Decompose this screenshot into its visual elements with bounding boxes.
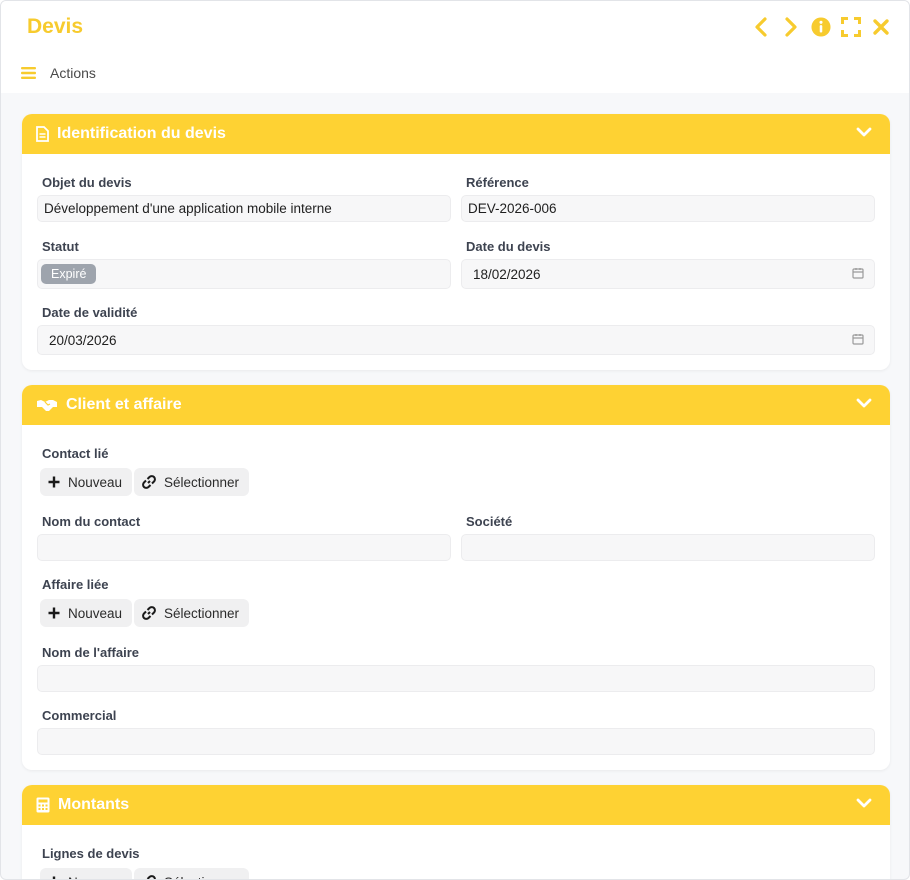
section-identification: Identification du devis Objet du devis D… (22, 114, 890, 370)
section-identification-header[interactable]: Identification du devis (22, 114, 890, 154)
section-montants-title: Montants (58, 796, 130, 813)
calendar-icon[interactable] (852, 333, 864, 345)
close-icon[interactable] (871, 15, 891, 39)
devis-window: Devis Actions Identification du devis Ob… (0, 0, 910, 880)
calculator-icon (36, 797, 50, 813)
new-affaire-button[interactable]: Nouveau (40, 599, 133, 627)
select-ligne-label: Sélectionner (164, 875, 239, 880)
validite-value: 20/03/2026 (49, 332, 117, 348)
menu-icon (21, 67, 36, 79)
nom-affaire-field[interactable] (37, 665, 875, 692)
section-identification-title: Identification du devis (57, 125, 226, 142)
section-montants-header[interactable]: Montants (22, 785, 890, 825)
link-icon (142, 606, 156, 620)
chevron-down-icon[interactable] (856, 797, 872, 809)
affaire-liee-label: Affaire liée (42, 577, 109, 592)
lignes-devis-label: Lignes de devis (42, 846, 140, 861)
window-title: Devis (27, 15, 84, 38)
objet-label: Objet du devis (42, 175, 132, 190)
plus-icon (48, 476, 60, 488)
previous-icon[interactable] (751, 15, 771, 39)
plus-icon (48, 607, 60, 619)
select-affaire-button[interactable]: Sélectionner (134, 599, 250, 627)
document-icon (36, 126, 49, 142)
window-controls (751, 15, 891, 39)
statut-field[interactable]: Expiré (37, 259, 451, 289)
link-icon (146, 875, 156, 879)
section-client-header[interactable]: Client et affaire (22, 385, 890, 425)
societe-field[interactable] (461, 534, 875, 561)
link-icon (142, 475, 156, 489)
info-icon[interactable] (811, 15, 831, 39)
new-affaire-label: Nouveau (68, 605, 123, 621)
date-devis-field[interactable]: 18/02/2026 (461, 259, 875, 289)
validite-label: Date de validité (42, 305, 138, 320)
date-devis-value: 18/02/2026 (473, 266, 541, 282)
new-ligne-label: Nouveau (68, 875, 122, 880)
commercial-label: Commercial (42, 708, 117, 723)
commercial-field[interactable] (37, 728, 875, 755)
next-icon[interactable] (781, 15, 801, 39)
select-affaire-label: Sélectionner (164, 605, 240, 621)
reference-field[interactable]: DEV-2026-006 (461, 195, 875, 222)
contact-lie-label: Contact lié (42, 446, 109, 461)
validite-field[interactable]: 20/03/2026 (37, 325, 875, 355)
actions-label: Actions (50, 65, 96, 81)
plus-icon (52, 876, 56, 879)
date-devis-label: Date du devis (466, 239, 551, 254)
new-ligne-button[interactable]: Nouveau (40, 868, 133, 880)
select-ligne-button[interactable]: Sélectionner (134, 868, 250, 880)
status-badge: Expiré (41, 264, 97, 284)
fullscreen-icon[interactable] (841, 15, 861, 39)
reference-label: Référence (466, 175, 529, 190)
chevron-down-icon[interactable] (856, 397, 872, 409)
actions-menu[interactable]: Actions (21, 65, 96, 81)
chevron-down-icon[interactable] (856, 126, 872, 138)
new-contact-button[interactable]: Nouveau (40, 468, 133, 496)
nom-affaire-label: Nom de l'affaire (42, 645, 140, 660)
section-client-title: Client et affaire (66, 396, 182, 413)
select-contact-button[interactable]: Sélectionner (134, 468, 250, 496)
calendar-icon[interactable] (852, 267, 864, 279)
nom-contact-label: Nom du contact (42, 514, 141, 529)
section-montants: Montants Lignes de devis Nouveau Sélecti… (22, 785, 890, 880)
nom-contact-field[interactable] (37, 534, 451, 561)
window-header: Devis Actions (1, 1, 909, 93)
select-contact-label: Sélectionner (164, 474, 240, 490)
objet-field[interactable]: Développement d'une application mobile i… (37, 195, 451, 222)
new-contact-label: Nouveau (68, 474, 123, 490)
section-client: Client et affaire Contact lié Nouveau Sé… (22, 385, 890, 770)
societe-label: Société (466, 514, 513, 529)
statut-label: Statut (42, 239, 79, 254)
handshake-icon (37, 400, 57, 411)
